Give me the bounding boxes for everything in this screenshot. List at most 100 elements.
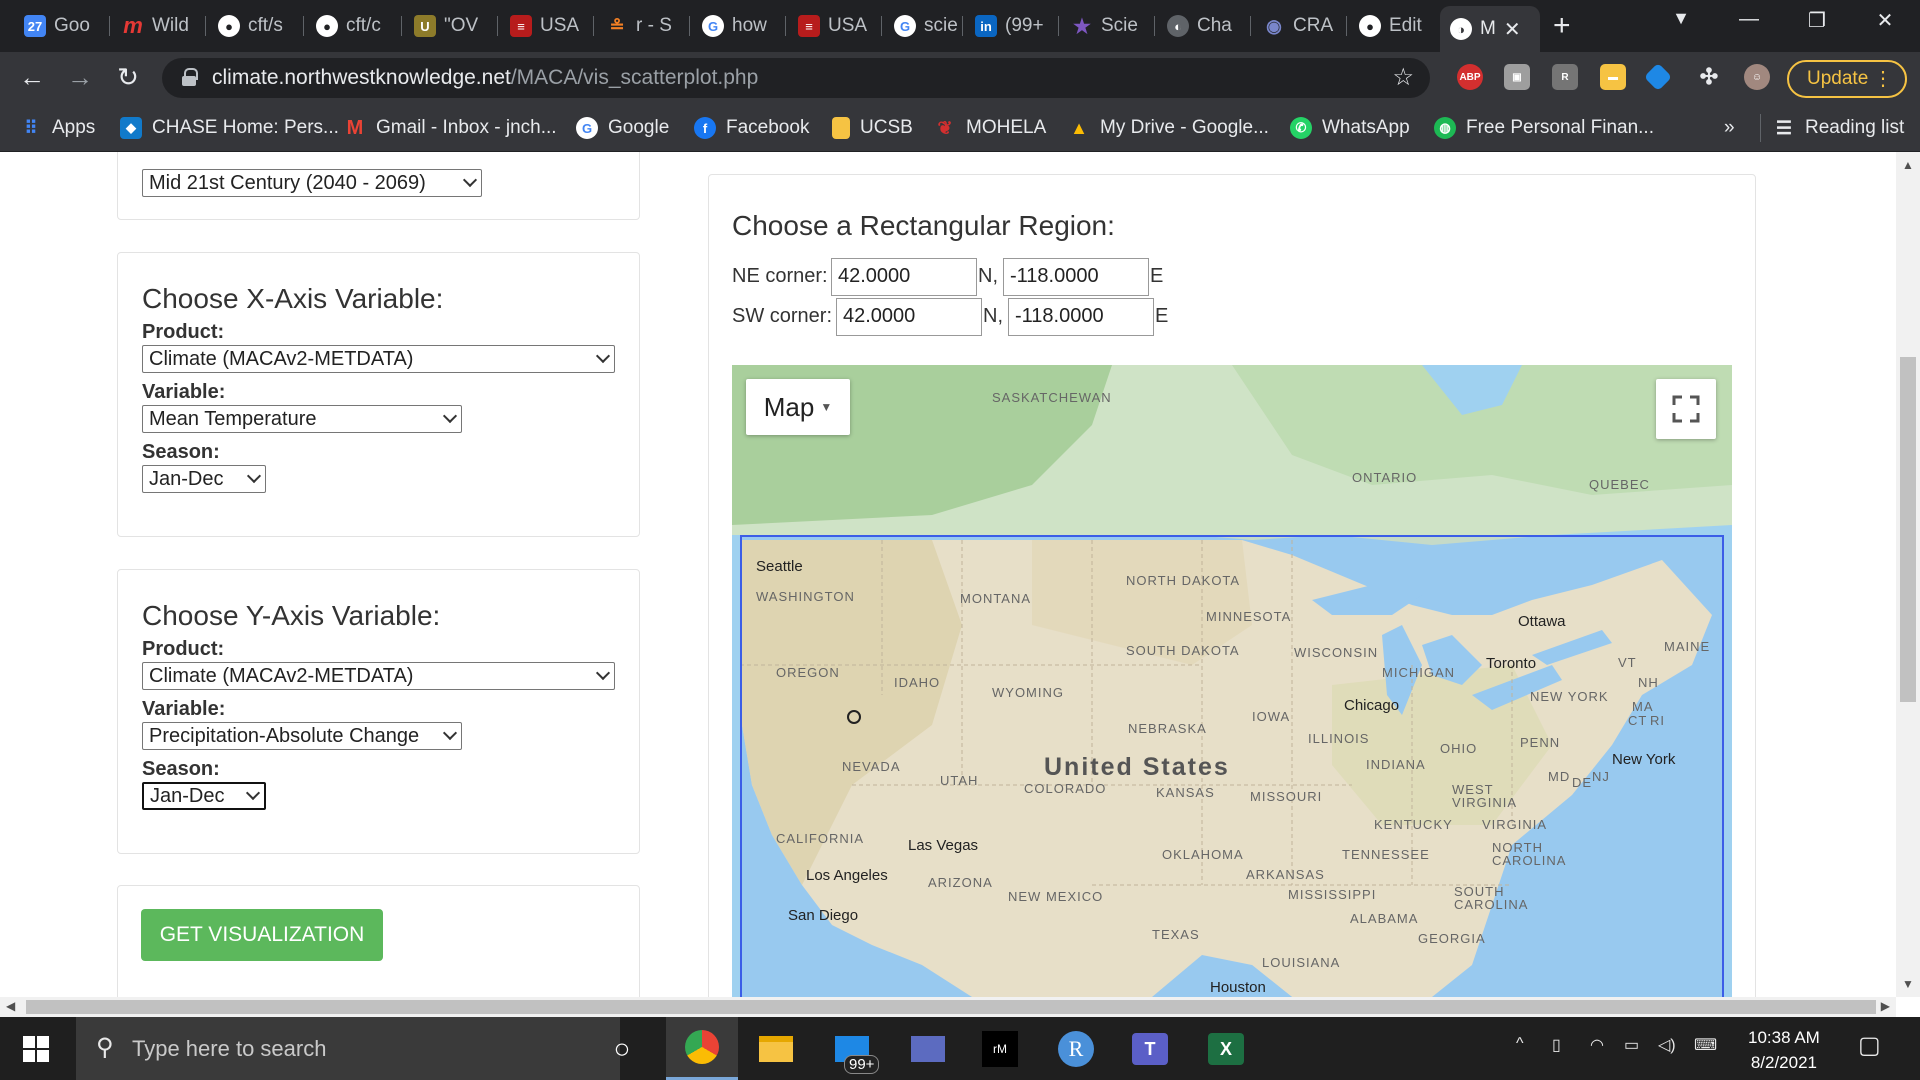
browser-tab[interactable]: ◐ Cha: [1157, 8, 1249, 44]
reading-list-button[interactable]: ☰ Reading list: [1760, 114, 1904, 142]
taskbar-explorer[interactable]: [752, 1025, 800, 1073]
back-icon[interactable]: ←: [14, 62, 50, 93]
restore-icon[interactable]: ❐: [1797, 8, 1837, 33]
map-region-label: TENNESSEE: [1342, 847, 1430, 862]
extension-icon[interactable]: [1643, 62, 1673, 92]
ne-lon-input[interactable]: -118.0000: [1003, 258, 1149, 296]
bookmark-gmail[interactable]: M Gmail - Inbox - jnch...: [344, 114, 557, 142]
device-icon[interactable]: ▯: [1552, 1035, 1561, 1055]
folder-icon[interactable]: ▬: [1600, 64, 1626, 90]
avatar[interactable]: ☺: [1744, 64, 1770, 90]
taskbar-clock[interactable]: 10:38 AM 8/2/2021: [1748, 1025, 1820, 1075]
scroll-thumb[interactable]: [26, 1000, 1876, 1014]
fullscreen-icon: [1672, 395, 1700, 423]
update-button[interactable]: Update ⋮: [1787, 60, 1907, 98]
wifi-icon[interactable]: ◠: [1590, 1035, 1604, 1055]
browser-tab[interactable]: in (99+: [965, 8, 1057, 44]
scroll-right-icon[interactable]: ▶: [1881, 999, 1890, 1013]
notification-icon[interactable]: ▢: [1858, 1031, 1881, 1060]
scroll-down-icon[interactable]: ▼: [1902, 977, 1914, 991]
fullscreen-button[interactable]: [1656, 379, 1716, 439]
time-period-select[interactable]: Mid 21st Century (2040 - 2069): [142, 169, 482, 197]
y-variable-select[interactable]: Precipitation-Absolute Change: [142, 722, 462, 750]
sw-lat-input[interactable]: 42.0000: [836, 298, 982, 336]
menu-dots-icon[interactable]: ⋮: [1873, 66, 1893, 91]
taskbar-remarkable[interactable]: rM: [976, 1025, 1024, 1073]
taskbar-r[interactable]: R: [1052, 1025, 1100, 1073]
browser-tab[interactable]: ≗ r - S: [596, 8, 688, 44]
browser-tab[interactable]: ≡ USA: [500, 8, 592, 44]
x-product-select[interactable]: Climate (MACAv2-METDATA): [142, 345, 615, 373]
forward-icon[interactable]: →: [62, 62, 98, 93]
scroll-left-icon[interactable]: ◀: [6, 999, 15, 1013]
excel-icon: X: [1208, 1033, 1244, 1065]
search-icon: ⚲: [96, 1034, 114, 1061]
reload-icon[interactable]: ↻: [110, 62, 146, 93]
address-bar[interactable]: climate.northwestknowledge.net/MACA/vis_…: [162, 58, 1430, 98]
taskbar-chrome[interactable]: [666, 1017, 738, 1080]
browser-tab[interactable]: U "OV: [404, 8, 496, 44]
bookmark-drive[interactable]: ▲ My Drive - Google...: [1068, 114, 1269, 142]
browser-tab[interactable]: m Wild: [112, 8, 204, 44]
browser-tab-active[interactable]: ◑ M ✕: [1440, 6, 1540, 52]
ne-lat-input[interactable]: 42.0000: [831, 258, 977, 296]
volume-icon[interactable]: ◁): [1658, 1035, 1676, 1055]
cortana-icon[interactable]: ○: [598, 1025, 646, 1073]
x-variable-select[interactable]: Mean Temperature: [142, 405, 462, 433]
bookmark-chase[interactable]: ◆ CHASE Home: Pers...: [120, 114, 339, 142]
close-window-icon[interactable]: ✕: [1865, 8, 1905, 33]
vertical-scrollbar[interactable]: ▲ ▼: [1896, 152, 1920, 997]
taskbar-teams[interactable]: T: [1126, 1025, 1174, 1073]
taskbar-mail[interactable]: 99+: [828, 1025, 880, 1074]
adblock-icon[interactable]: ABP: [1457, 64, 1483, 90]
more-bookmarks-button[interactable]: »: [1724, 114, 1735, 142]
extension-icon[interactable]: ▣: [1504, 64, 1530, 90]
browser-tab[interactable]: G how: [692, 8, 784, 44]
map-region-label: KENTUCKY: [1374, 817, 1453, 832]
browser-tab[interactable]: ★ Scie: [1061, 8, 1153, 44]
browser-tab[interactable]: ● cft/s: [208, 8, 300, 44]
minimize-icon[interactable]: —: [1729, 8, 1769, 31]
taskbar-excel[interactable]: X: [1202, 1025, 1250, 1073]
horizontal-scrollbar[interactable]: ◀ ▶: [0, 997, 1896, 1017]
keyboard-icon[interactable]: ⌨: [1694, 1035, 1717, 1055]
browser-tab[interactable]: ◉ CRA: [1253, 8, 1345, 44]
map-region-label: NORTH CAROLINA: [1492, 840, 1567, 868]
region-map[interactable]: SASKATCHEWAN ONTARIO QUEBEC WASHINGTON M…: [732, 365, 1732, 997]
browser-tab[interactable]: ● cft/c: [306, 8, 398, 44]
browser-tab[interactable]: ● Edit: [1349, 8, 1441, 44]
map-region-label: ONTARIO: [1352, 470, 1418, 485]
map-marker[interactable]: [847, 710, 861, 724]
x-season-select[interactable]: Jan-Dec: [142, 465, 266, 493]
bookmark-apps[interactable]: ⠿ Apps: [20, 114, 95, 142]
y-product-select[interactable]: Climate (MACAv2-METDATA): [142, 662, 615, 690]
y-season-select[interactable]: Jan-Dec: [142, 782, 266, 810]
taskbar-search[interactable]: ⚲ Type here to search: [76, 1017, 620, 1080]
battery-icon[interactable]: ▭: [1624, 1035, 1639, 1055]
tab-search-icon[interactable]: ▼: [1661, 8, 1701, 29]
bookmark-star-icon[interactable]: ☆: [1392, 63, 1414, 92]
bookmark-whatsapp[interactable]: ✆ WhatsApp: [1290, 114, 1410, 142]
scroll-thumb[interactable]: [1900, 357, 1916, 702]
bookmark-facebook[interactable]: f Facebook: [694, 114, 809, 142]
bookmark-mint[interactable]: ◍ Free Personal Finan...: [1434, 114, 1654, 142]
sw-lon-input[interactable]: -118.0000: [1008, 298, 1154, 336]
taskbar-rdp[interactable]: [904, 1025, 952, 1073]
extension-icon[interactable]: R: [1552, 64, 1578, 90]
close-tab-icon[interactable]: ✕: [1504, 17, 1521, 42]
scroll-up-icon[interactable]: ▲: [1902, 158, 1914, 172]
get-visualization-button[interactable]: GET VISUALIZATION: [141, 909, 383, 961]
url-text[interactable]: climate.northwestknowledge.net/MACA/vis_…: [212, 66, 758, 90]
map-type-button[interactable]: Map ▼: [746, 379, 850, 435]
browser-tab[interactable]: ≡ USA: [788, 8, 880, 44]
google-icon: G: [702, 15, 724, 37]
chevron-up-icon[interactable]: ^: [1516, 1035, 1524, 1053]
browser-tab[interactable]: 27 Goo: [14, 8, 106, 44]
bookmark-mohela[interactable]: ❦ MOHELA: [934, 114, 1046, 142]
new-tab-button[interactable]: +: [1553, 11, 1571, 41]
start-button[interactable]: [12, 1025, 60, 1073]
puzzle-icon[interactable]: ✣: [1696, 64, 1722, 90]
github-icon: ●: [1359, 15, 1381, 37]
bookmark-google[interactable]: G Google: [576, 114, 669, 142]
bookmark-ucsb[interactable]: UCSB: [832, 114, 913, 142]
